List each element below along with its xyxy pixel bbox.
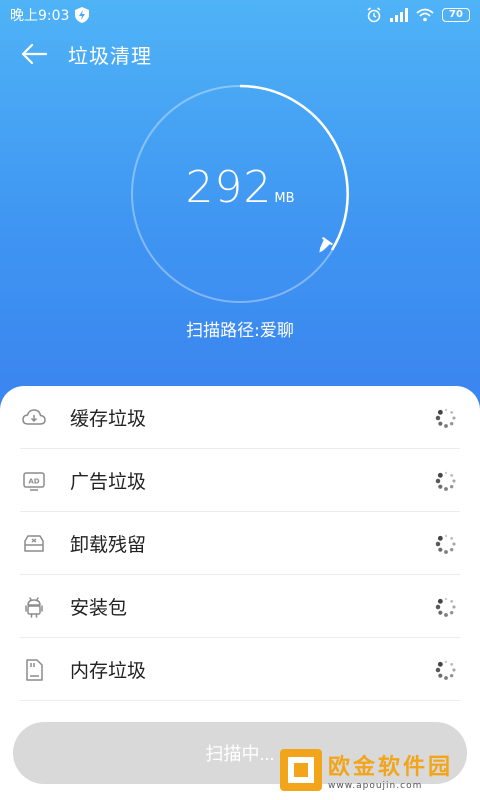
watermark-name: 欧金软件园: [328, 755, 454, 780]
spinner-dot: [435, 667, 441, 672]
spinner-dot: [437, 472, 443, 478]
spinner-dot: [450, 599, 454, 603]
spinner-dot: [444, 408, 448, 411]
status-time: 晚上9:03: [10, 8, 70, 24]
spinner-dot: [435, 415, 441, 420]
spinner-dot: [444, 423, 448, 428]
spinner-dot: [449, 547, 454, 551]
app-bar: 垃圾清理: [0, 30, 480, 78]
loading-spinner-icon: [435, 660, 456, 680]
spinner-dot: [444, 534, 448, 537]
spinner-dot: [444, 660, 448, 663]
ad-icon: AD: [23, 471, 45, 491]
loading-spinner-icon: [435, 534, 456, 554]
memory-card-icon: [26, 658, 43, 681]
cloud-download-icon: [22, 408, 46, 425]
list-item-label: 广告垃圾: [70, 471, 147, 493]
spinner-dot: [449, 421, 454, 425]
spinner-dot: [452, 667, 456, 672]
spinner-dot: [438, 610, 443, 615]
spinner-dot: [437, 598, 443, 604]
spinner-dot: [444, 471, 448, 474]
uninstall-icon: [24, 534, 44, 552]
spinner-dot: [450, 536, 454, 540]
divider: [20, 700, 460, 701]
junk-size-readout: 292 MB: [128, 162, 352, 213]
arrow-left-icon: [21, 43, 47, 65]
spinner-dot: [438, 547, 443, 552]
spinner-dot: [449, 484, 454, 488]
scan-path-text: 扫描路径:爱聊: [186, 321, 294, 341]
alarm-icon: [367, 7, 381, 23]
spinner-dot: [435, 604, 441, 609]
spinner-dot: [438, 484, 443, 489]
status-bar: 晚上9:03 70: [0, 0, 480, 30]
android-icon: [25, 596, 43, 618]
list-item-uninstall[interactable]: 卸载残留: [0, 512, 480, 575]
wifi-icon: [416, 8, 434, 22]
spinner-dot: [444, 486, 448, 491]
spinner-dot: [450, 410, 454, 414]
svg-text:AD: AD: [28, 477, 39, 485]
list-item-apk[interactable]: 安装包: [0, 575, 480, 638]
list-item-label: 缓存垃圾: [70, 408, 147, 430]
spinner-dot: [438, 673, 443, 678]
loading-spinner-icon: [435, 408, 456, 428]
shield-icon: [75, 7, 90, 23]
spinner-dot: [449, 673, 454, 677]
spinner-dot: [452, 541, 456, 546]
spinner-dot: [444, 549, 448, 554]
spinner-dot: [435, 478, 441, 483]
list-item-cache[interactable]: 缓存垃圾: [0, 386, 480, 449]
spinner-dot: [450, 473, 454, 477]
back-button[interactable]: [4, 30, 64, 78]
junk-size-value: 292: [185, 162, 273, 213]
battery-indicator: 70: [442, 8, 470, 22]
spinner-dot: [452, 478, 456, 483]
list-item-ads[interactable]: AD 广告垃圾: [0, 449, 480, 512]
watermark-logo-icon: [280, 749, 322, 791]
spinner-dot: [438, 421, 443, 426]
scan-progress-ring: 292 MB: [128, 82, 352, 306]
spinner-dot: [444, 675, 448, 680]
spinner-dot: [435, 541, 441, 546]
spinner-dot: [444, 612, 448, 617]
list-item-label: 卸载残留: [70, 534, 147, 556]
list-item-label: 内存垃圾: [70, 660, 147, 682]
loading-spinner-icon: [435, 597, 456, 617]
spinner-dot: [437, 661, 443, 667]
spinner-dot: [450, 662, 454, 666]
spinner-dot: [452, 415, 456, 420]
signal-icon: [390, 8, 408, 22]
hero-header: 晚上9:03 70 垃圾清理 292 MB 扫描路径:爱聊: [0, 0, 480, 420]
watermark: 欧金软件园 www.apoujin.com: [278, 742, 474, 798]
loading-spinner-icon: [435, 471, 456, 491]
spinner-dot: [444, 597, 448, 600]
list-item-memory[interactable]: 内存垃圾: [0, 638, 480, 701]
list-item-label: 安装包: [70, 597, 128, 619]
spinner-dot: [449, 610, 454, 614]
spinner-dot: [437, 535, 443, 541]
page-title: 垃圾清理: [68, 43, 152, 68]
watermark-url: www.apoujin.com: [328, 781, 423, 791]
spinner-dot: [437, 409, 443, 415]
junk-size-unit: MB: [274, 191, 295, 206]
spinner-dot: [452, 604, 456, 609]
